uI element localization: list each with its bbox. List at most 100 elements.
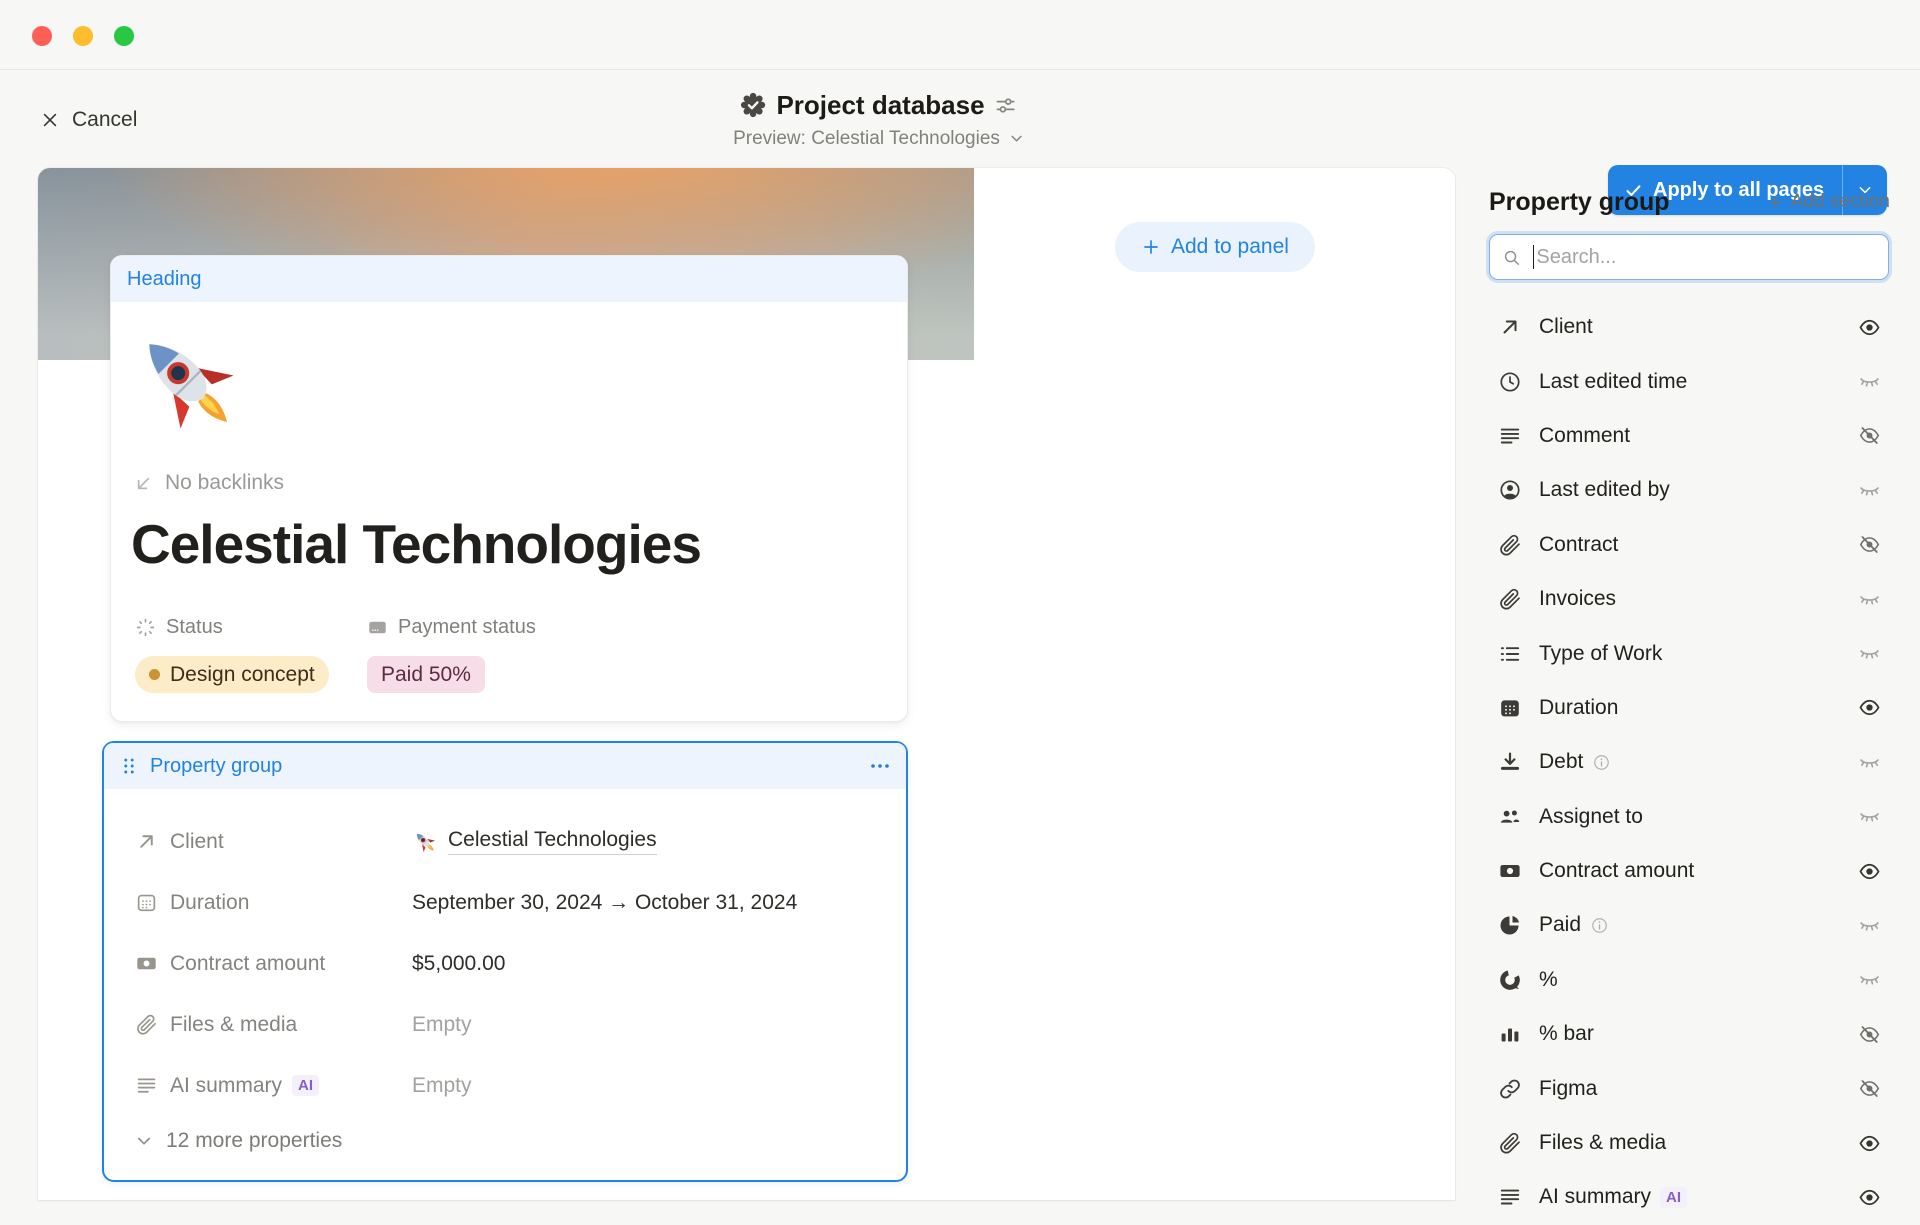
property-name: Comment (1539, 424, 1630, 448)
property-value: Empty (412, 1074, 472, 1098)
sidebar-item-contract-amount[interactable]: Contract amount (1489, 844, 1890, 898)
eye-slash-icon[interactable] (1854, 424, 1884, 447)
property-name: Assignet to (1539, 805, 1643, 829)
property-row[interactable]: AI summaryAIEmpty (104, 1055, 906, 1116)
sidebar-item-contract[interactable]: Contract (1489, 518, 1890, 572)
sidebar-item-assignet-to[interactable]: Assignet to (1489, 790, 1890, 844)
eye-icon[interactable] (1854, 316, 1884, 339)
eye-closed-icon[interactable] (1854, 479, 1884, 502)
eye-slash-icon[interactable] (1854, 1077, 1884, 1100)
clip-icon (1498, 1131, 1522, 1155)
plus-icon (1767, 194, 1784, 211)
property-name: Paid (1539, 913, 1581, 937)
sidebar-item-client[interactable]: Client (1489, 300, 1890, 354)
sidebar-title: Property group (1489, 188, 1670, 217)
eye-closed-icon[interactable] (1854, 751, 1884, 774)
minimize-window-button[interactable] (73, 26, 93, 46)
heading-block-header[interactable]: Heading (111, 256, 907, 302)
eye-closed-icon[interactable] (1854, 642, 1884, 665)
property-group-header[interactable]: Property group (104, 743, 906, 789)
page-title: Project database (776, 90, 984, 121)
more-options-icon[interactable] (868, 754, 892, 778)
eye-closed-icon[interactable] (1854, 588, 1884, 611)
backlinks-row: No backlinks (133, 468, 284, 498)
property-name: % bar (1539, 1022, 1594, 1046)
payment-status-pill[interactable]: Paid 50% (367, 656, 485, 693)
sidebar-item-comment[interactable]: Comment (1489, 409, 1890, 463)
person-icon (1498, 478, 1522, 502)
property-value: $5,000.00 (412, 952, 505, 976)
more-properties-toggle[interactable]: 12 more properties (134, 1116, 342, 1166)
eye-icon[interactable] (1854, 696, 1884, 719)
eye-closed-icon[interactable] (1854, 805, 1884, 828)
payment-status-property: Payment status Paid 50% (367, 612, 536, 693)
arrow-ne-icon (135, 830, 158, 853)
property-name: Invoices (1539, 587, 1616, 611)
clip-icon (135, 1013, 158, 1036)
property-row[interactable]: ClientCelestial Technologies (104, 811, 906, 872)
lines-icon (135, 1074, 158, 1097)
cancel-button[interactable]: Cancel (40, 108, 137, 132)
info-icon (1592, 753, 1611, 772)
sidebar-item-files-media[interactable]: Files & media (1489, 1116, 1890, 1170)
eye-closed-icon[interactable] (1854, 370, 1884, 393)
close-window-button[interactable] (32, 26, 52, 46)
property-rows: ClientCelestial TechnologiesDurationSept… (104, 811, 906, 1116)
status-pill[interactable]: Design concept (135, 656, 329, 693)
eye-slash-icon[interactable] (1854, 533, 1884, 556)
money-icon (135, 952, 158, 975)
preview-selector[interactable]: Preview: Celestial Technologies (733, 128, 1025, 150)
status-burst-icon (135, 617, 156, 638)
property-search-box[interactable] (1489, 234, 1889, 280)
sliders-icon[interactable] (995, 94, 1018, 117)
property-row[interactable]: Files & mediaEmpty (104, 994, 906, 1055)
sidebar-item-last-edited-time[interactable]: Last edited time (1489, 354, 1890, 408)
sidebar-item-paid[interactable]: Paid (1489, 898, 1890, 952)
window-titlebar (0, 0, 1920, 70)
cancel-label: Cancel (72, 108, 137, 132)
property-name: Last edited by (1539, 478, 1670, 502)
sidebar-item-pct[interactable]: % (1489, 953, 1890, 1007)
lines-icon (1498, 424, 1522, 448)
editor-header: Cancel Project database Preview: Celesti… (0, 71, 1920, 168)
client-page-link[interactable]: Celestial Technologies (448, 828, 657, 855)
eye-icon[interactable] (1854, 1186, 1884, 1209)
add-to-panel-button[interactable]: Add to panel (1115, 222, 1315, 272)
status-label: Status (166, 616, 223, 639)
eye-slash-icon[interactable] (1854, 1023, 1884, 1046)
property-row[interactable]: Contract amount$5,000.00 (104, 933, 906, 994)
chevron-down-icon (1008, 130, 1025, 147)
lines-icon (1498, 1185, 1522, 1209)
sidebar-item-ai-summary[interactable]: AI summaryAI (1489, 1170, 1890, 1224)
sidebar-item-type-of-work[interactable]: Type of Work (1489, 626, 1890, 680)
property-group-block[interactable]: Property group ClientCelestial Technolog… (102, 741, 908, 1182)
arrow-ne-icon (1498, 315, 1522, 339)
eye-closed-icon[interactable] (1854, 968, 1884, 991)
sidebar-item-last-edited-by[interactable]: Last edited by (1489, 463, 1890, 517)
window-controls (32, 26, 134, 46)
zoom-window-button[interactable] (114, 26, 134, 46)
cal-icon (1498, 696, 1522, 720)
payment-status-value: Paid 50% (381, 663, 471, 687)
add-section-button[interactable]: Add section (1767, 191, 1890, 213)
arrow-down-left-icon (133, 473, 154, 494)
list-icon (1498, 642, 1522, 666)
sidebar-item-duration[interactable]: Duration (1489, 681, 1890, 735)
search-input[interactable] (1536, 246, 1876, 269)
eye-closed-icon[interactable] (1854, 914, 1884, 937)
sidebar-item-bar[interactable]: % bar (1489, 1007, 1890, 1061)
sidebar-item-debt[interactable]: Debt (1489, 735, 1890, 789)
preview-page-title: Celestial Technologies (131, 512, 701, 576)
property-row[interactable]: DurationSeptember 30, 2024 → October 31,… (104, 872, 906, 933)
payment-status-label: Payment status (398, 616, 536, 639)
drag-handle-icon[interactable] (118, 755, 140, 777)
chevron-down-icon (134, 1131, 154, 1151)
download-icon (1498, 750, 1522, 774)
status-dot-icon (149, 669, 160, 680)
eye-icon[interactable] (1854, 1132, 1884, 1155)
heading-block[interactable]: Heading No backlinks Celestial Technolog… (110, 255, 908, 722)
property-value: September 30, 2024 → October 31, 2024 (412, 891, 797, 915)
eye-icon[interactable] (1854, 860, 1884, 883)
sidebar-item-invoices[interactable]: Invoices (1489, 572, 1890, 626)
sidebar-item-figma[interactable]: Figma (1489, 1061, 1890, 1115)
